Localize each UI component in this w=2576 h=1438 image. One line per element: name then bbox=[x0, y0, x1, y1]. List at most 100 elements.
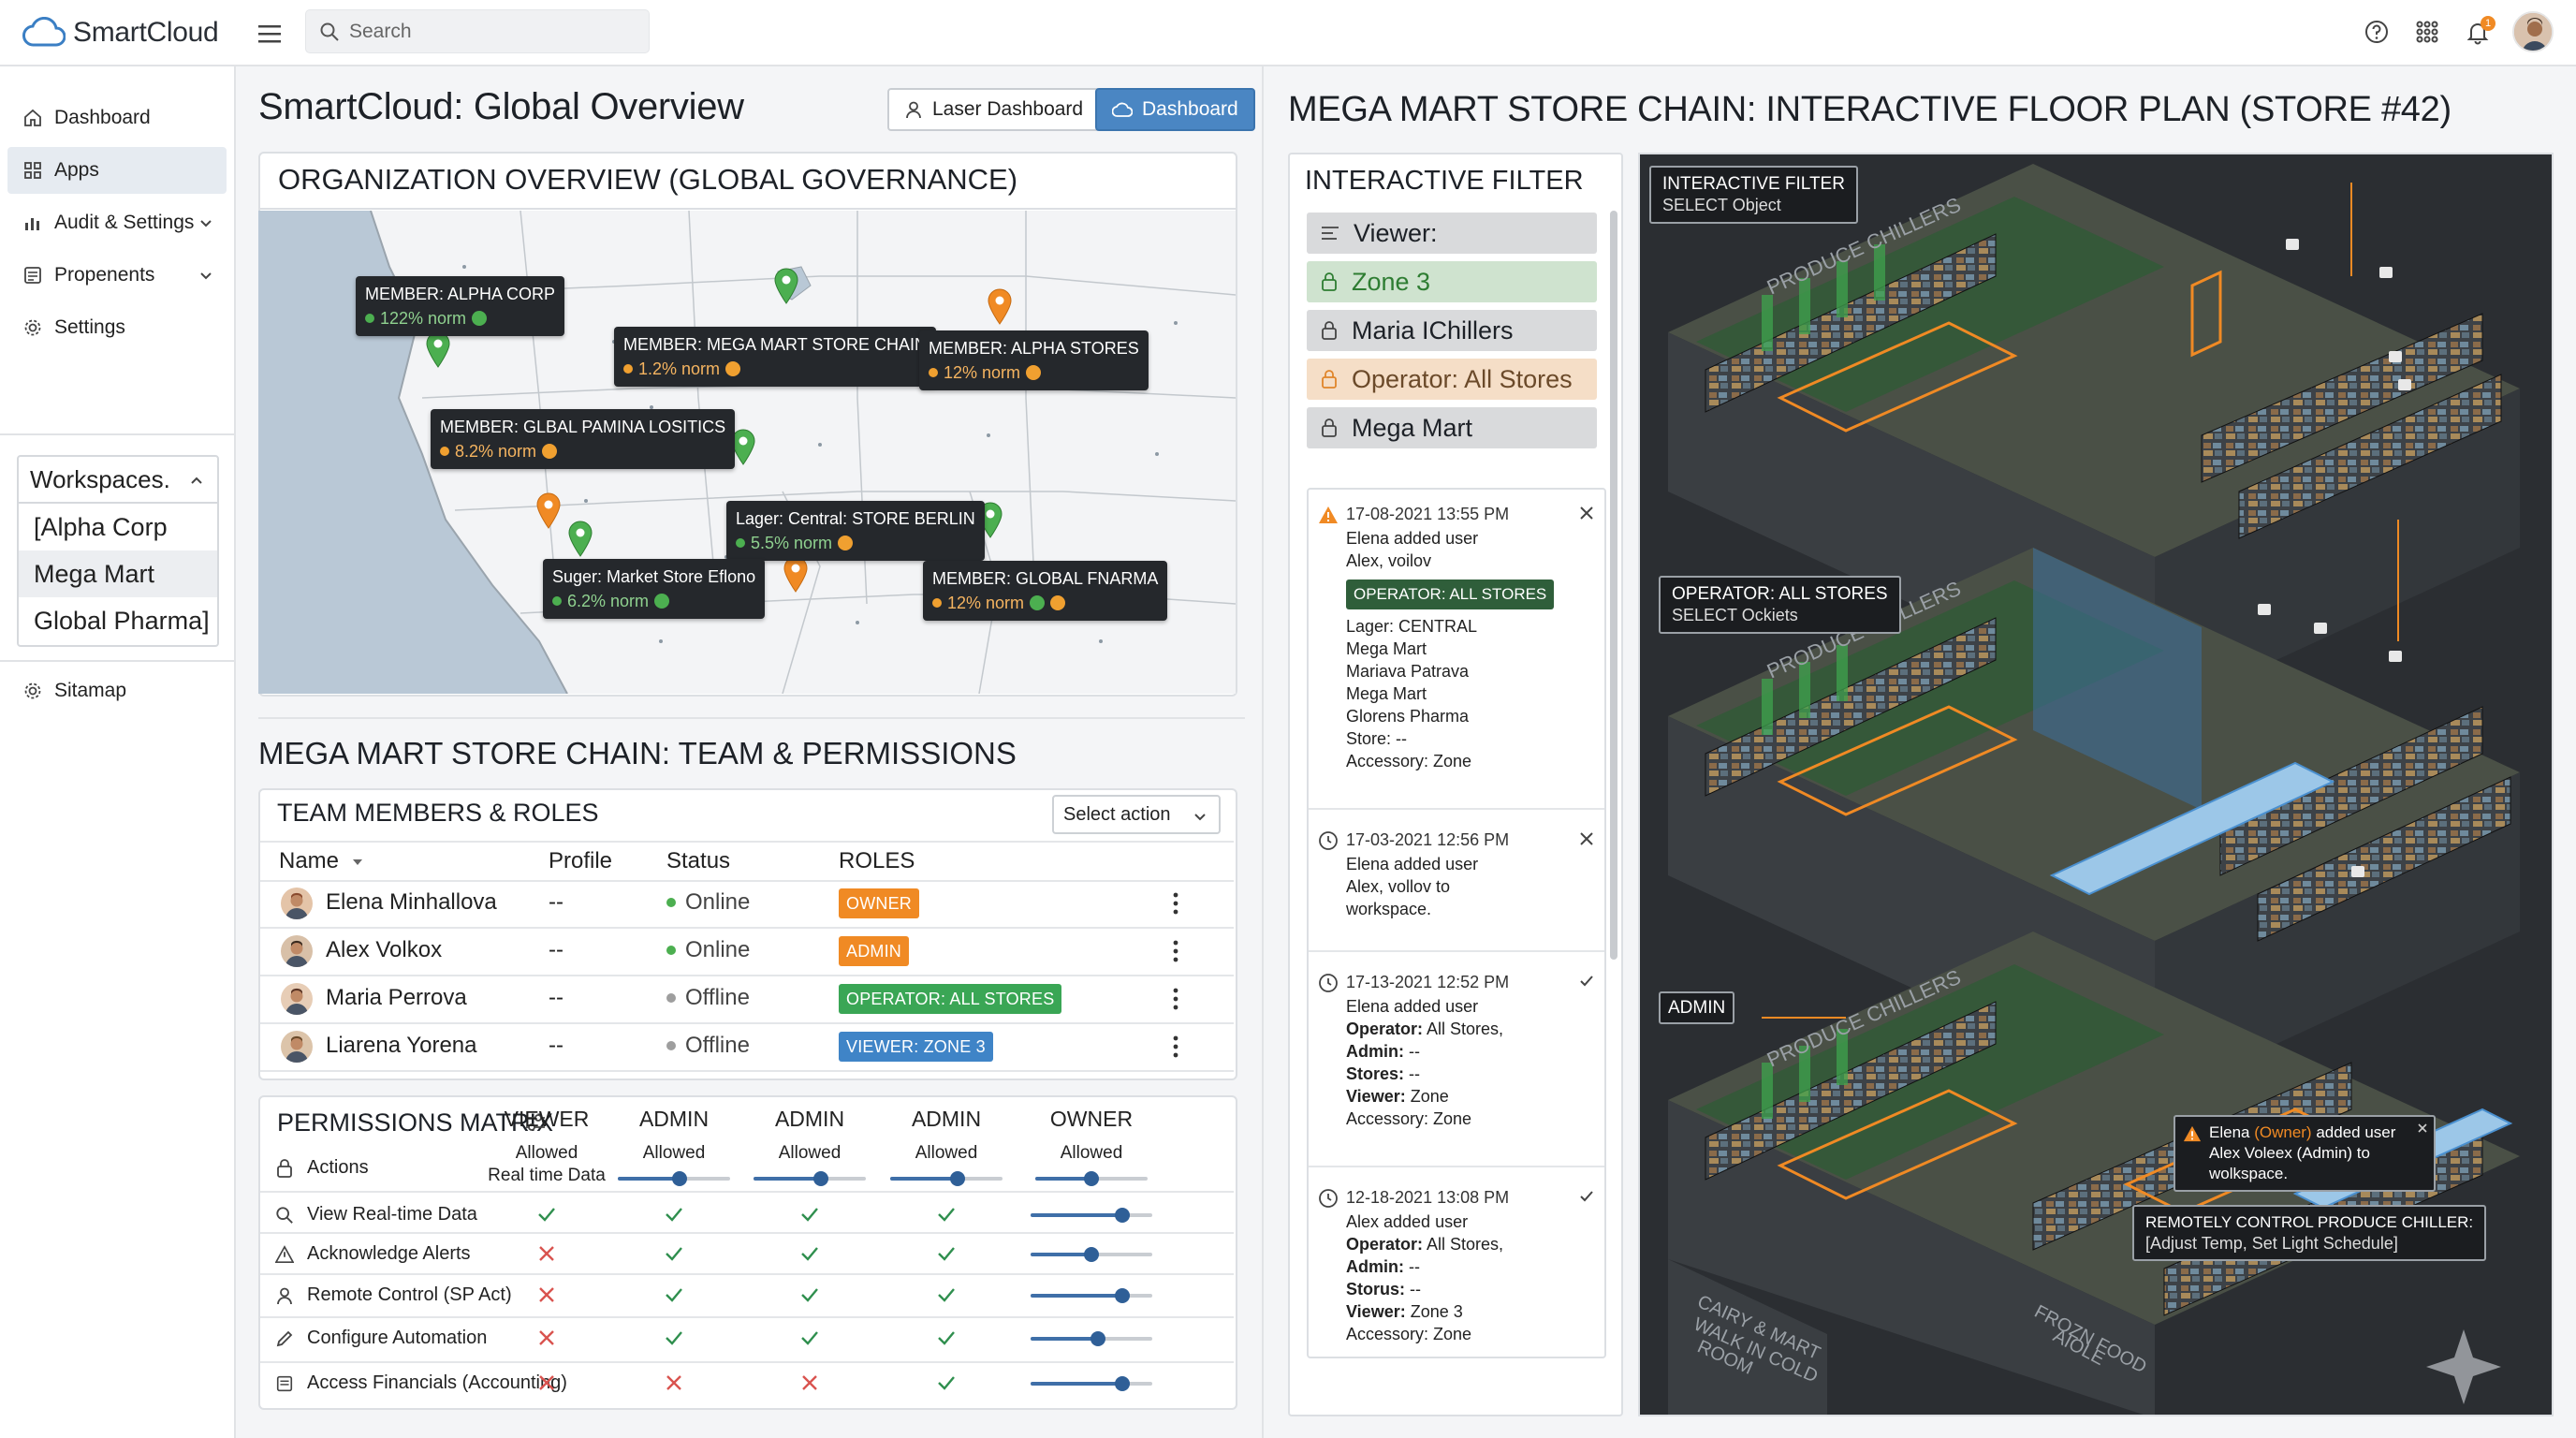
cross-icon[interactable] bbox=[534, 1283, 559, 1307]
map-pin-icon[interactable] bbox=[425, 330, 451, 368]
sidebar-item-settings[interactable]: Settings bbox=[7, 304, 227, 351]
more-options-icon[interactable] bbox=[1166, 889, 1185, 917]
slider-knob[interactable] bbox=[1084, 1247, 1099, 1262]
role-badge[interactable]: OPERATOR: ALL STORES bbox=[839, 984, 1062, 1014]
scrollbar[interactable] bbox=[1610, 211, 1617, 960]
column-header-roles[interactable]: ROLES bbox=[839, 848, 915, 874]
workspace-item-alpha-corp[interactable]: [Alpha Corp bbox=[19, 504, 217, 550]
check-icon[interactable] bbox=[662, 1283, 686, 1307]
slider-knob[interactable] bbox=[672, 1171, 687, 1186]
menu-icon[interactable] bbox=[251, 17, 288, 51]
sidebar-item-propenents[interactable]: Propenents bbox=[7, 252, 227, 299]
check-icon[interactable] bbox=[934, 1241, 959, 1266]
column-header-status[interactable]: Status bbox=[666, 848, 730, 874]
cross-icon[interactable] bbox=[534, 1371, 559, 1395]
apps-grid-icon[interactable] bbox=[2411, 16, 2443, 48]
permission-slider[interactable] bbox=[754, 1171, 866, 1186]
log-entry[interactable]: 17-13-2021 12:52 PM Elena added user Ope… bbox=[1309, 971, 1604, 1158]
close-icon[interactable] bbox=[2417, 1123, 2428, 1134]
permission-slider[interactable] bbox=[618, 1171, 730, 1186]
filter-item-mega-mart[interactable]: Mega Mart bbox=[1307, 407, 1597, 448]
role-badge[interactable]: VIEWER: ZONE 3 bbox=[839, 1032, 993, 1062]
floor-plan-view[interactable]: PRODUCE CHILLERS PRODUCE CHILLERS PRODUC… bbox=[1638, 153, 2554, 1416]
slider-knob[interactable] bbox=[950, 1171, 965, 1186]
check-icon[interactable] bbox=[1578, 1188, 1595, 1205]
laser-dashboard-button[interactable]: Laser Dashboard bbox=[887, 88, 1101, 131]
filter-item-zone-3[interactable]: Zone 3 bbox=[1307, 261, 1597, 302]
check-icon[interactable] bbox=[798, 1326, 822, 1350]
usa-map[interactable]: MEMBER: ALPHA CORP 122% norm MEMBER: MEG… bbox=[258, 211, 1236, 694]
check-icon[interactable] bbox=[1578, 973, 1595, 990]
map-pin-icon[interactable] bbox=[773, 267, 799, 304]
check-icon[interactable] bbox=[934, 1371, 959, 1395]
cross-icon[interactable] bbox=[534, 1241, 559, 1266]
select-action-dropdown[interactable]: Select action bbox=[1052, 795, 1221, 834]
user-avatar[interactable] bbox=[2512, 11, 2554, 52]
table-row[interactable]: Maria Perrova -- Offline OPERATOR: ALL S… bbox=[260, 976, 1234, 1022]
permission-slider[interactable] bbox=[890, 1171, 1003, 1186]
role-badge[interactable]: ADMIN bbox=[839, 936, 909, 966]
map-tooltip[interactable]: MEMBER: MEGA MART STORE CHAIN 1.2% norm bbox=[614, 327, 937, 387]
check-icon[interactable] bbox=[934, 1283, 959, 1307]
map-pin-icon[interactable] bbox=[535, 492, 562, 529]
more-options-icon[interactable] bbox=[1166, 1033, 1185, 1061]
map-tooltip[interactable]: MEMBER: ALPHA CORP 122% norm bbox=[356, 276, 565, 336]
permission-slider[interactable] bbox=[1035, 1171, 1148, 1186]
admin-tag[interactable]: ADMIN bbox=[1659, 991, 1735, 1024]
slider-knob[interactable] bbox=[1090, 1331, 1105, 1346]
permission-slider[interactable] bbox=[1031, 1208, 1152, 1223]
check-icon[interactable] bbox=[662, 1202, 686, 1226]
cross-icon[interactable] bbox=[662, 1371, 686, 1395]
help-icon[interactable] bbox=[2361, 16, 2393, 48]
check-icon[interactable] bbox=[798, 1283, 822, 1307]
filter-item-maria-chillers[interactable]: Maria IChillers bbox=[1307, 310, 1597, 351]
permission-slider[interactable] bbox=[1031, 1288, 1152, 1303]
slider-knob[interactable] bbox=[1114, 1208, 1130, 1223]
slider-knob[interactable] bbox=[1114, 1376, 1130, 1391]
role-badge[interactable]: OWNER bbox=[839, 888, 919, 918]
slider-knob[interactable] bbox=[813, 1171, 828, 1186]
map-pin-icon[interactable] bbox=[783, 555, 809, 593]
column-header-name[interactable]: Name bbox=[279, 848, 364, 874]
alert-tooltip[interactable]: Elena (Owner) added user Alex Voleex (Ad… bbox=[2174, 1115, 2436, 1192]
interactive-filter-tooltip[interactable]: INTERACTIVE FILTER SELECT Object bbox=[1649, 166, 1858, 224]
close-icon[interactable] bbox=[1578, 830, 1595, 847]
close-icon[interactable] bbox=[1578, 505, 1595, 521]
permission-slider[interactable] bbox=[1031, 1376, 1152, 1391]
dashboard-button[interactable]: Dashboard bbox=[1095, 88, 1255, 131]
column-header-profile[interactable]: Profile bbox=[549, 848, 612, 874]
permission-slider[interactable] bbox=[1031, 1247, 1152, 1262]
operator-tooltip[interactable]: OPERATOR: ALL STORES SELECT Ockiets bbox=[1659, 576, 1901, 634]
sidebar-item-apps[interactable]: Apps bbox=[7, 147, 227, 194]
table-row[interactable]: Liarena Yorena -- Offline VIEWER: ZONE 3 bbox=[260, 1023, 1234, 1070]
workspace-item-mega-mart[interactable]: Mega Mart bbox=[19, 550, 217, 597]
more-options-icon[interactable] bbox=[1166, 937, 1185, 965]
log-entry[interactable]: 17-03-2021 12:56 PM Elena added user Ale… bbox=[1309, 829, 1604, 941]
bell-icon[interactable]: 1 bbox=[2462, 16, 2496, 48]
log-entry[interactable]: 12-18-2021 13:08 PM Alex added user Oper… bbox=[1309, 1186, 1604, 1357]
map-tooltip[interactable]: Lager: Central: STORE BERLIN 5.5% norm bbox=[726, 501, 985, 561]
table-row[interactable]: Elena Minhallova -- Online OWNER bbox=[260, 880, 1234, 927]
check-icon[interactable] bbox=[798, 1241, 822, 1266]
workspace-item-global-pharma[interactable]: Global Pharma] bbox=[19, 597, 217, 644]
check-icon[interactable] bbox=[934, 1202, 959, 1226]
map-pin-icon[interactable] bbox=[567, 520, 593, 557]
map-pin-icon[interactable] bbox=[987, 287, 1013, 325]
remote-control-tooltip[interactable]: REMOTELY CONTROL PRODUCE CHILLER: [Adjus… bbox=[2132, 1205, 2487, 1261]
cross-icon[interactable] bbox=[798, 1371, 822, 1395]
more-options-icon[interactable] bbox=[1166, 985, 1185, 1013]
search-input[interactable] bbox=[349, 20, 630, 43]
table-row[interactable]: Alex Volkox -- Online ADMIN bbox=[260, 928, 1234, 975]
check-icon[interactable] bbox=[534, 1202, 559, 1226]
check-icon[interactable] bbox=[662, 1241, 686, 1266]
cross-icon[interactable] bbox=[534, 1326, 559, 1350]
map-tooltip[interactable]: MEMBER: GLBAL PAMINA LOSITICS 8.2% norm bbox=[431, 409, 736, 469]
check-icon[interactable] bbox=[934, 1326, 959, 1350]
sidebar-item-sitemap[interactable]: Sitamap bbox=[7, 668, 227, 714]
app-logo[interactable]: SmartCloud bbox=[22, 13, 219, 52]
slider-knob[interactable] bbox=[1084, 1171, 1099, 1186]
slider-knob[interactable] bbox=[1114, 1288, 1130, 1303]
permission-slider[interactable] bbox=[1031, 1331, 1152, 1346]
sidebar-item-dashboard[interactable]: Dashboard bbox=[7, 95, 227, 141]
filter-item-viewer[interactable]: Viewer: bbox=[1307, 213, 1597, 254]
